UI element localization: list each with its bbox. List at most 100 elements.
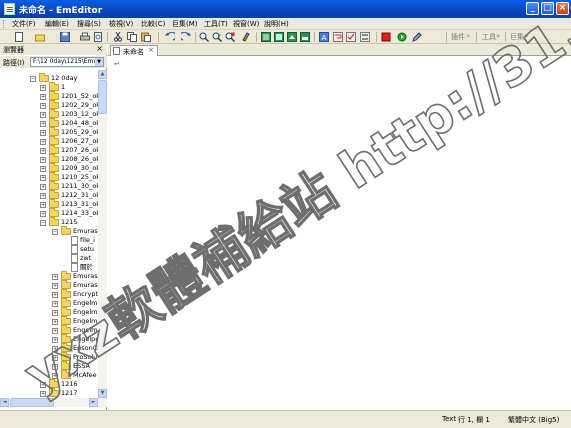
collapse-icon[interactable]: − (52, 229, 58, 235)
copy-icon[interactable] (127, 32, 137, 42)
chevron-down-icon[interactable]: ▼ (95, 58, 103, 66)
find-icon[interactable] (199, 32, 209, 42)
menu-tools[interactable]: 工具(T) (204, 19, 228, 29)
text-editor[interactable]: ↵ (108, 57, 571, 410)
expand-icon[interactable]: + (52, 301, 58, 307)
tree-vertical-scrollbar[interactable]: ▲ ▼ (98, 70, 107, 398)
menu-macros[interactable]: 巨集(M) (172, 19, 198, 29)
expand-icon[interactable]: + (52, 274, 58, 280)
expand-icon[interactable]: + (40, 85, 46, 91)
tools-toolbar-label[interactable]: 工具 (482, 32, 496, 42)
scroll-up-arrow-icon[interactable]: ▲ (98, 70, 107, 79)
tree-item-label: Engelma (73, 308, 98, 316)
tab-untitled[interactable]: 未命名 × (110, 45, 158, 56)
menu-compare[interactable]: 比較(C) (141, 19, 165, 29)
tree-hscroll-thumb[interactable] (10, 398, 54, 407)
expand-icon[interactable]: + (40, 157, 46, 163)
view-mode-1-icon[interactable] (261, 32, 271, 42)
encoding-icon[interactable]: A (319, 32, 329, 42)
expand-icon[interactable]: + (40, 391, 46, 397)
collapse-icon[interactable]: − (30, 76, 36, 82)
expand-icon[interactable]: + (52, 355, 58, 361)
view-mode-3-icon[interactable] (287, 32, 297, 42)
plugins-toolbar-label[interactable]: 插件 (451, 32, 465, 42)
expand-icon[interactable]: + (40, 175, 46, 181)
collapse-icon[interactable]: − (40, 220, 46, 226)
view-mode-4-icon[interactable] (300, 32, 310, 42)
minimize-button[interactable]: _ (526, 2, 539, 15)
new-document-icon[interactable] (14, 32, 24, 42)
menu-file[interactable]: 文件(F) (12, 19, 36, 29)
save-icon[interactable] (60, 32, 70, 42)
menu-view[interactable]: 檢視(V) (109, 19, 133, 29)
expand-icon[interactable]: + (40, 148, 46, 154)
plugins-more-chevron[interactable]: » (466, 32, 470, 40)
expand-icon[interactable]: + (52, 337, 58, 343)
paste-icon[interactable] (141, 32, 151, 42)
expand-icon[interactable]: + (40, 103, 46, 109)
menu-edit[interactable]: 編輯(E) (45, 19, 69, 29)
tree-horizontal-scrollbar[interactable]: ◄ ► (0, 398, 107, 407)
expand-icon[interactable]: + (40, 193, 46, 199)
expand-icon[interactable]: + (40, 94, 46, 100)
print-preview-icon[interactable] (93, 32, 103, 42)
macros-more-chevron[interactable]: » (524, 32, 528, 40)
expand-icon[interactable]: + (40, 121, 46, 127)
emeditor-app-icon[interactable] (4, 3, 15, 15)
expand-icon[interactable]: + (40, 112, 46, 118)
menu-window[interactable]: 視窗(W) (233, 19, 259, 29)
print-icon[interactable] (80, 32, 90, 42)
expand-icon[interactable]: + (52, 364, 58, 370)
expand-icon[interactable]: + (52, 283, 58, 289)
expand-icon[interactable]: + (40, 166, 46, 172)
macro-edit-icon[interactable] (412, 32, 422, 42)
status-encoding[interactable]: 繁體中文 (Big5) (508, 415, 559, 425)
path-label: 路徑(I) (3, 59, 25, 67)
toolbar-separator (314, 32, 315, 42)
maximize-button[interactable]: □ (541, 2, 554, 15)
find-next-icon[interactable] (212, 32, 222, 42)
expand-icon[interactable]: + (40, 139, 46, 145)
expand-icon[interactable]: + (40, 130, 46, 136)
expand-icon[interactable]: + (52, 292, 58, 298)
cut-icon[interactable] (113, 32, 123, 42)
close-button[interactable]: × (556, 2, 569, 15)
scroll-left-arrow-icon[interactable]: ◄ (0, 398, 9, 407)
folder-icon (61, 316, 71, 325)
file-icon (71, 263, 78, 272)
macros-toolbar-label[interactable]: 巨集 (510, 32, 524, 42)
scroll-right-arrow-icon[interactable]: ► (89, 398, 98, 407)
highlight-icon[interactable] (241, 32, 251, 42)
menu-search[interactable]: 搜尋(S) (77, 19, 101, 29)
tree-item-label: 1201_52_ok (61, 92, 98, 100)
undo-icon[interactable] (165, 32, 175, 42)
expand-icon[interactable]: + (40, 211, 46, 217)
replace-icon[interactable] (225, 32, 235, 42)
expand-icon[interactable]: + (40, 202, 46, 208)
tab-close-icon[interactable]: × (148, 46, 154, 54)
macro-record-icon[interactable] (381, 32, 391, 42)
menu-help[interactable]: 說明(H) (264, 19, 289, 29)
expand-icon[interactable]: + (52, 346, 58, 352)
toolbar-separator (256, 32, 257, 42)
menu-grip-handle[interactable] (3, 20, 6, 28)
expand-icon[interactable]: + (40, 382, 46, 388)
expand-icon[interactable]: + (52, 328, 58, 334)
marks-icon[interactable] (346, 32, 356, 42)
settings-icon[interactable] (360, 32, 370, 42)
open-folder-icon[interactable] (35, 32, 45, 42)
redo-icon[interactable] (181, 32, 191, 42)
file-browser-close-icon[interactable]: × (96, 44, 103, 53)
view-mode-2-icon[interactable] (274, 32, 284, 42)
macro-run-icon[interactable] (397, 32, 407, 42)
path-row: 路徑(I) F:\12 0day\1215\Emur ▼ (0, 56, 107, 68)
tools-more-chevron[interactable]: » (496, 32, 500, 40)
expand-icon[interactable]: + (52, 310, 58, 316)
scroll-down-arrow-icon[interactable]: ▼ (98, 389, 107, 398)
tree-item-label: Emuraso (73, 281, 98, 289)
expand-icon[interactable]: + (52, 319, 58, 325)
expand-icon[interactable]: + (40, 184, 46, 190)
tree-scroll-thumb[interactable] (98, 80, 107, 114)
word-wrap-icon[interactable] (333, 32, 343, 42)
path-combobox[interactable]: F:\12 0day\1215\Emur ▼ (30, 57, 104, 67)
